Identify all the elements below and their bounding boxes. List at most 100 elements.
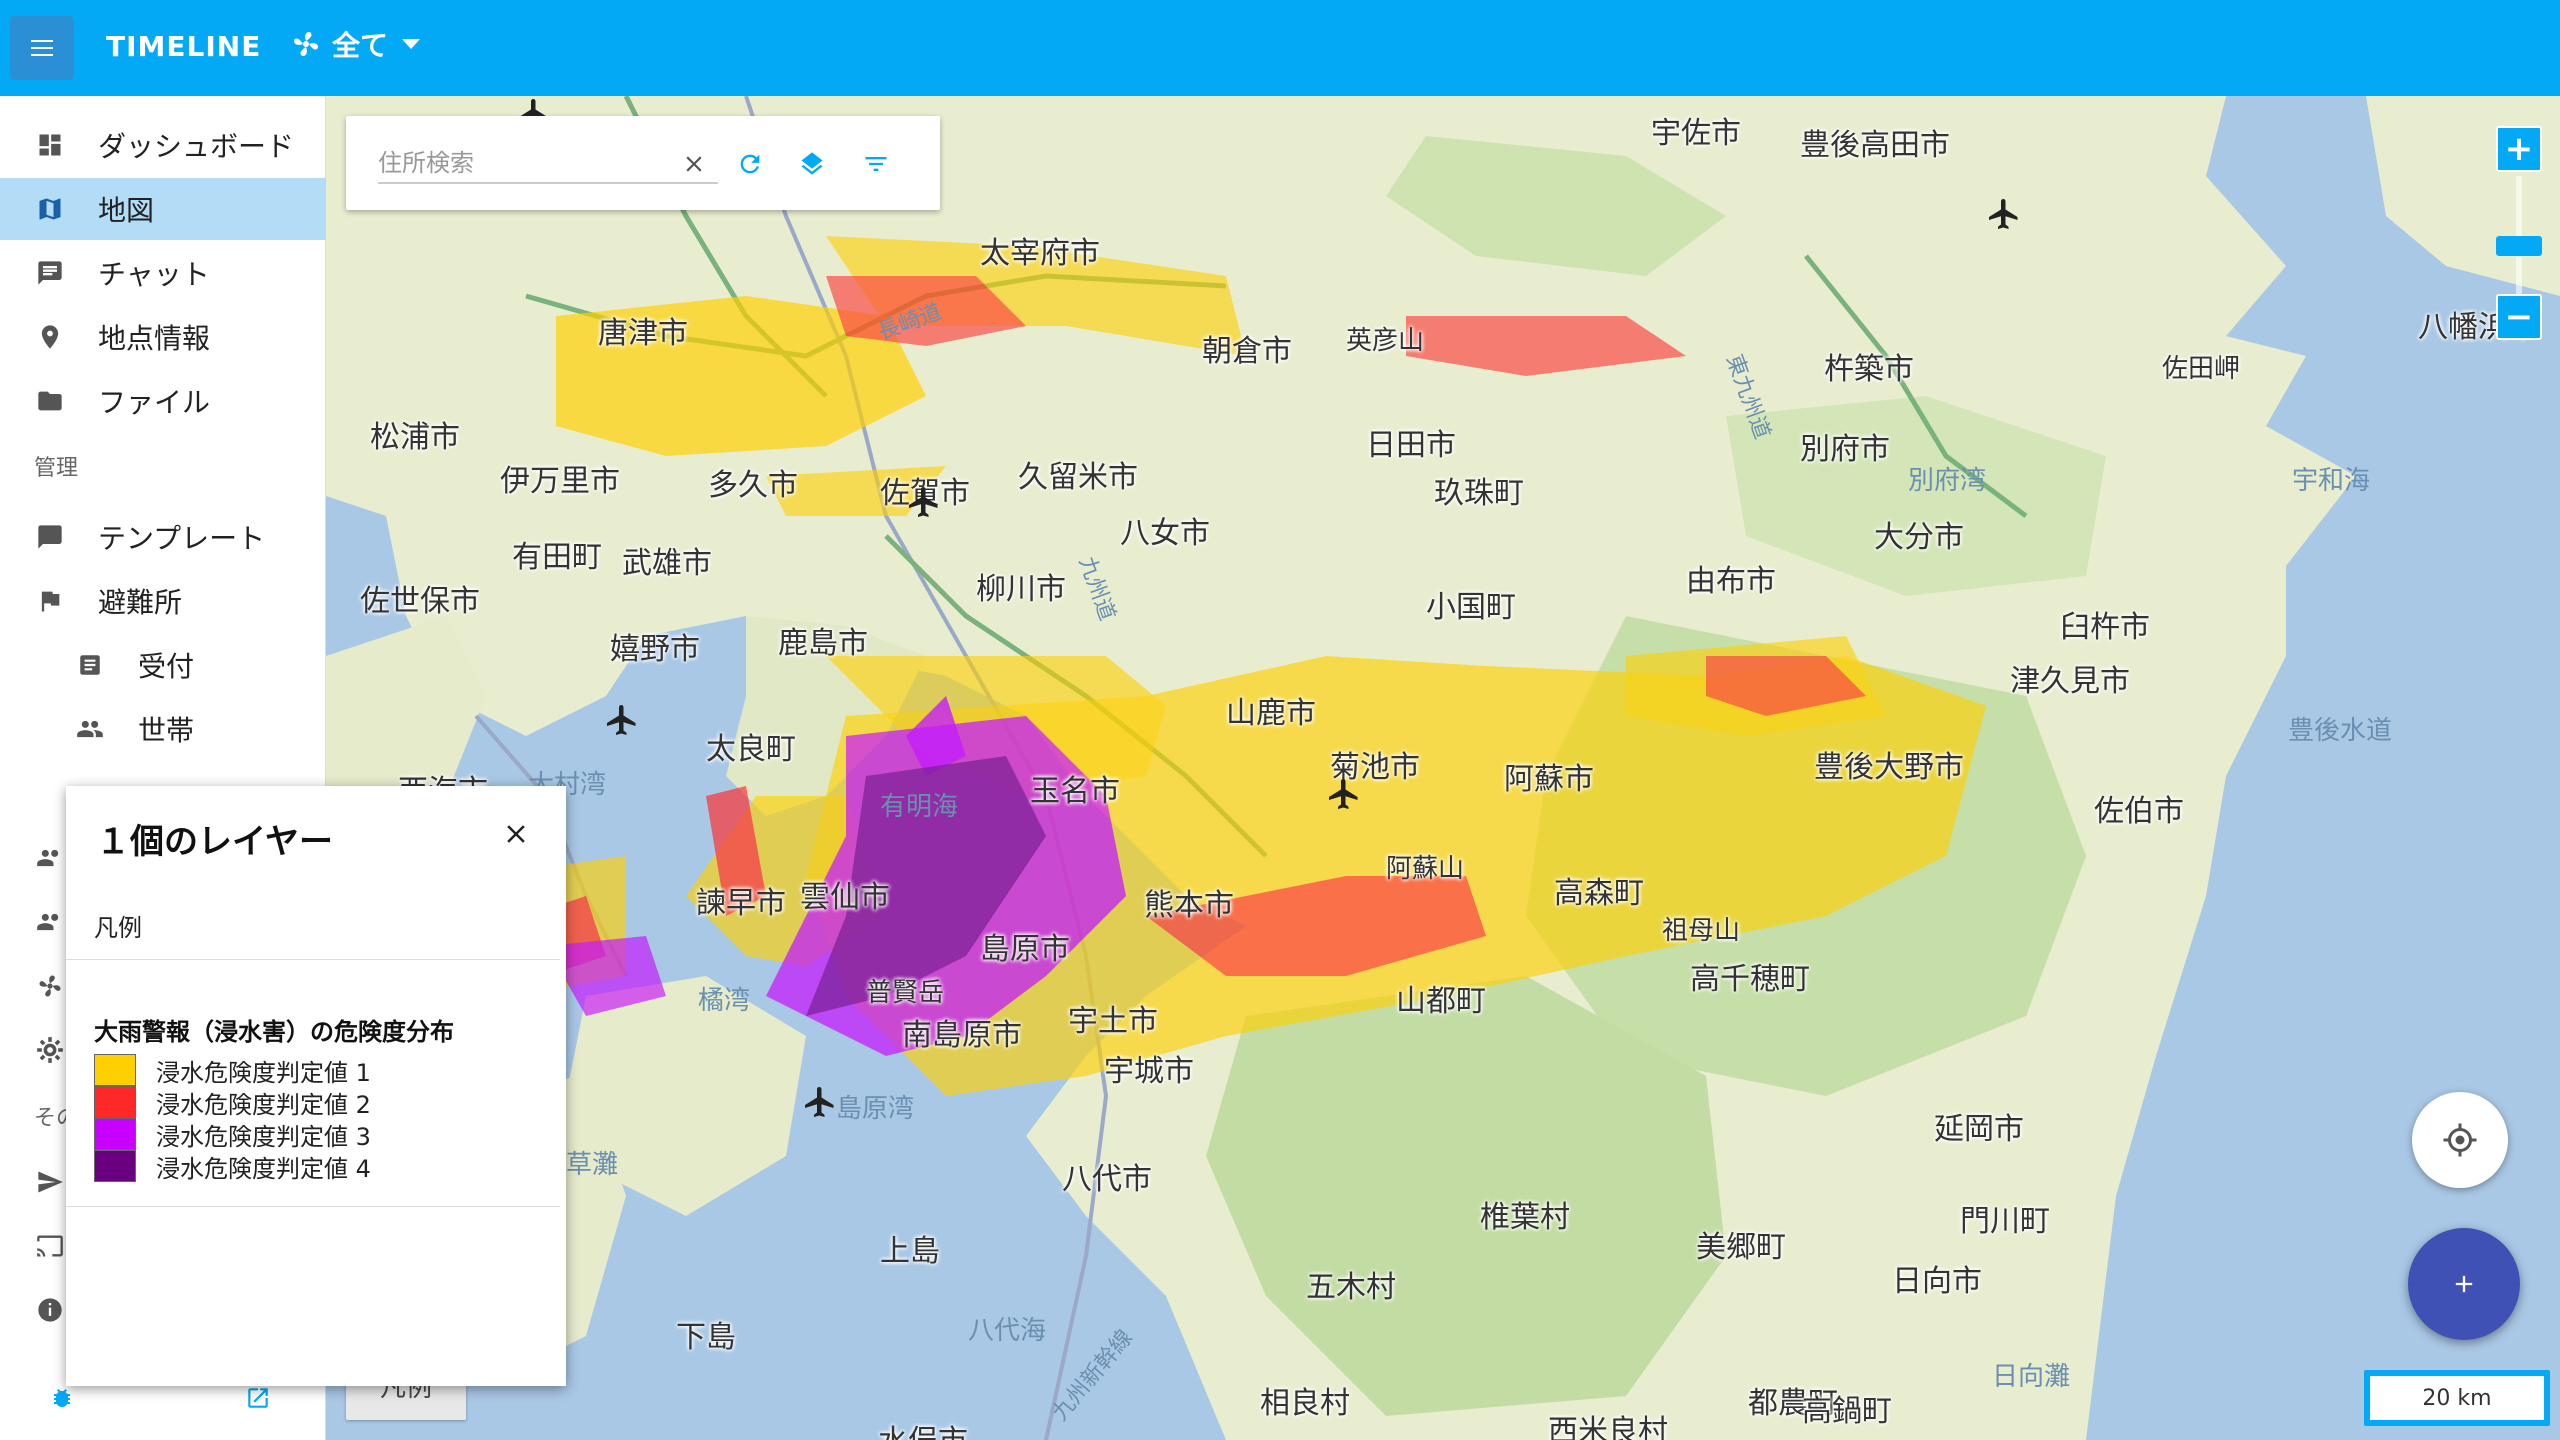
place-label: 西米良村 bbox=[1548, 1414, 1668, 1440]
menu-button[interactable] bbox=[10, 16, 74, 80]
sidebar-item-reception[interactable]: 受付 bbox=[0, 634, 326, 696]
place-label: 八代市 bbox=[1062, 1162, 1152, 1197]
place-label: 玖珠町 bbox=[1434, 476, 1524, 511]
place-label: 雲仙市 bbox=[800, 880, 890, 915]
plus-icon: + bbox=[2504, 129, 2534, 169]
map-icon bbox=[34, 193, 66, 225]
place-label: 八代海 bbox=[968, 1316, 1047, 1346]
legend-entry: 浸水危険度判定値 3 bbox=[94, 1118, 534, 1151]
disaster-filter-dropdown[interactable]: 全て bbox=[290, 24, 421, 64]
place-label: 門川町 bbox=[1960, 1204, 2050, 1239]
place-label: 太良町 bbox=[706, 732, 796, 767]
place-label: 島原湾 bbox=[836, 1094, 915, 1124]
place-label: 玉名市 bbox=[1030, 774, 1120, 809]
place-label: 草灘 bbox=[566, 1150, 619, 1180]
sidebar-item-households[interactable]: 世帯 bbox=[0, 698, 326, 760]
people-icon[interactable] bbox=[34, 842, 66, 874]
filter-label: 全て bbox=[332, 29, 389, 62]
layers-button[interactable] bbox=[792, 144, 832, 184]
place-label: 宇佐市 bbox=[1651, 116, 1741, 151]
place-label: 南島原市 bbox=[902, 1018, 1022, 1053]
fan-icon[interactable] bbox=[34, 970, 66, 1002]
info-icon[interactable] bbox=[34, 1294, 66, 1326]
legend-header-label: 凡例 bbox=[94, 914, 142, 942]
sidebar-item-dashboard[interactable]: ダッシュボード bbox=[0, 114, 326, 176]
place-label: 高千穂町 bbox=[1690, 962, 1810, 997]
zoom-in-button[interactable]: + bbox=[2496, 126, 2542, 172]
my-location-button[interactable] bbox=[2412, 1092, 2508, 1188]
filter-button[interactable] bbox=[856, 144, 896, 184]
place-label: 由布市 bbox=[1686, 564, 1776, 599]
chat-icon bbox=[34, 257, 66, 289]
zoom-control: + − bbox=[2496, 126, 2542, 346]
edit-icon[interactable] bbox=[242, 1382, 274, 1414]
legend-entry-label: 浸水危険度判定値 4 bbox=[156, 1154, 371, 1183]
plus-icon bbox=[2455, 1275, 2473, 1293]
place-label: 別府市 bbox=[1800, 432, 1890, 467]
place-label: 阿蘇山 bbox=[1386, 854, 1465, 884]
place-label: 朝倉市 bbox=[1202, 334, 1292, 369]
minus-icon: − bbox=[2504, 297, 2534, 337]
place-label: 熊本市 bbox=[1144, 888, 1234, 923]
search-panel bbox=[346, 116, 940, 210]
cast-icon[interactable] bbox=[34, 1230, 66, 1262]
place-label: 宇和海 bbox=[2292, 466, 2371, 496]
location-pin-icon bbox=[34, 321, 66, 353]
place-label: 祖母山 bbox=[1662, 916, 1741, 946]
legend-swatch bbox=[94, 1118, 136, 1150]
sidebar-item-map[interactable]: 地図 bbox=[0, 178, 326, 240]
place-label: 上島 bbox=[880, 1234, 940, 1269]
place-label: 武雄市 bbox=[622, 546, 712, 581]
place-label: 五木村 bbox=[1306, 1270, 1396, 1305]
zoom-out-button[interactable]: − bbox=[2496, 294, 2542, 340]
place-label: 高鍋町 bbox=[1802, 1394, 1892, 1429]
sidebar-item-files[interactable]: ファイル bbox=[0, 370, 326, 432]
legend-swatch bbox=[94, 1086, 136, 1118]
place-label: 諫早市 bbox=[696, 886, 786, 921]
crosshair-icon bbox=[2443, 1123, 2477, 1157]
sidebar-item-label: チャット bbox=[98, 258, 210, 291]
sidebar-item-locations[interactable]: 地点情報 bbox=[0, 306, 326, 368]
add-button[interactable] bbox=[2408, 1228, 2520, 1340]
legend-swatch bbox=[94, 1150, 136, 1182]
refresh-button[interactable] bbox=[730, 144, 770, 184]
airport-icon bbox=[805, 1087, 834, 1117]
legend-entry: 浸水危険度判定値 2 bbox=[94, 1086, 534, 1119]
place-label: 津久見市 bbox=[2010, 664, 2130, 699]
sidebar-item-chat[interactable]: チャット bbox=[0, 242, 326, 304]
bug-icon[interactable] bbox=[46, 1382, 78, 1414]
close-layer-panel-button[interactable] bbox=[496, 814, 536, 854]
place-label: 島原市 bbox=[980, 932, 1070, 967]
sidebar-item-shelters[interactable]: 避難所 bbox=[0, 570, 326, 632]
close-icon bbox=[686, 156, 702, 172]
place-label: 宇城市 bbox=[1104, 1054, 1194, 1089]
place-label: 下島 bbox=[676, 1320, 736, 1355]
people-icon[interactable] bbox=[34, 906, 66, 938]
clear-search-button[interactable] bbox=[674, 144, 714, 184]
fan-icon bbox=[293, 31, 319, 57]
close-icon bbox=[507, 825, 525, 843]
place-label: 高森町 bbox=[1554, 876, 1644, 911]
place-label: 宇土市 bbox=[1068, 1004, 1158, 1039]
sidebar-item-templates[interactable]: テンプレート bbox=[0, 506, 326, 568]
gear-icon[interactable] bbox=[34, 1034, 66, 1066]
dashboard-icon bbox=[34, 129, 66, 161]
address-search-input[interactable] bbox=[378, 144, 718, 184]
place-label: 水俣市 bbox=[878, 1416, 968, 1440]
sidebar-item-label: ダッシュボード bbox=[98, 130, 295, 163]
folder-icon bbox=[34, 385, 66, 417]
place-label: 太宰府市 bbox=[980, 236, 1100, 271]
zoom-slider-handle[interactable] bbox=[2496, 236, 2542, 256]
send-icon[interactable] bbox=[34, 1166, 66, 1198]
place-label: 多久市 bbox=[708, 468, 798, 503]
place-label: 美郷町 bbox=[1696, 1230, 1786, 1265]
legend-section-header[interactable]: 凡例 bbox=[66, 880, 560, 960]
legend-entry-label: 浸水危険度判定値 3 bbox=[156, 1122, 371, 1151]
map-view[interactable]: 太宰府市 宇佐市 豊後高田市 唐津市 朝倉市 英彦山 杵築市 佐田岬 八幡浜市 … bbox=[326, 96, 2560, 1440]
scale-bar: 20 km bbox=[2370, 1376, 2544, 1420]
legend-entry-label: 浸水危険度判定値 2 bbox=[156, 1090, 371, 1119]
place-label: 山都町 bbox=[1396, 984, 1486, 1019]
list-icon bbox=[74, 649, 106, 681]
chevron-down-icon bbox=[402, 39, 421, 49]
place-label: 相良村 bbox=[1260, 1386, 1350, 1421]
